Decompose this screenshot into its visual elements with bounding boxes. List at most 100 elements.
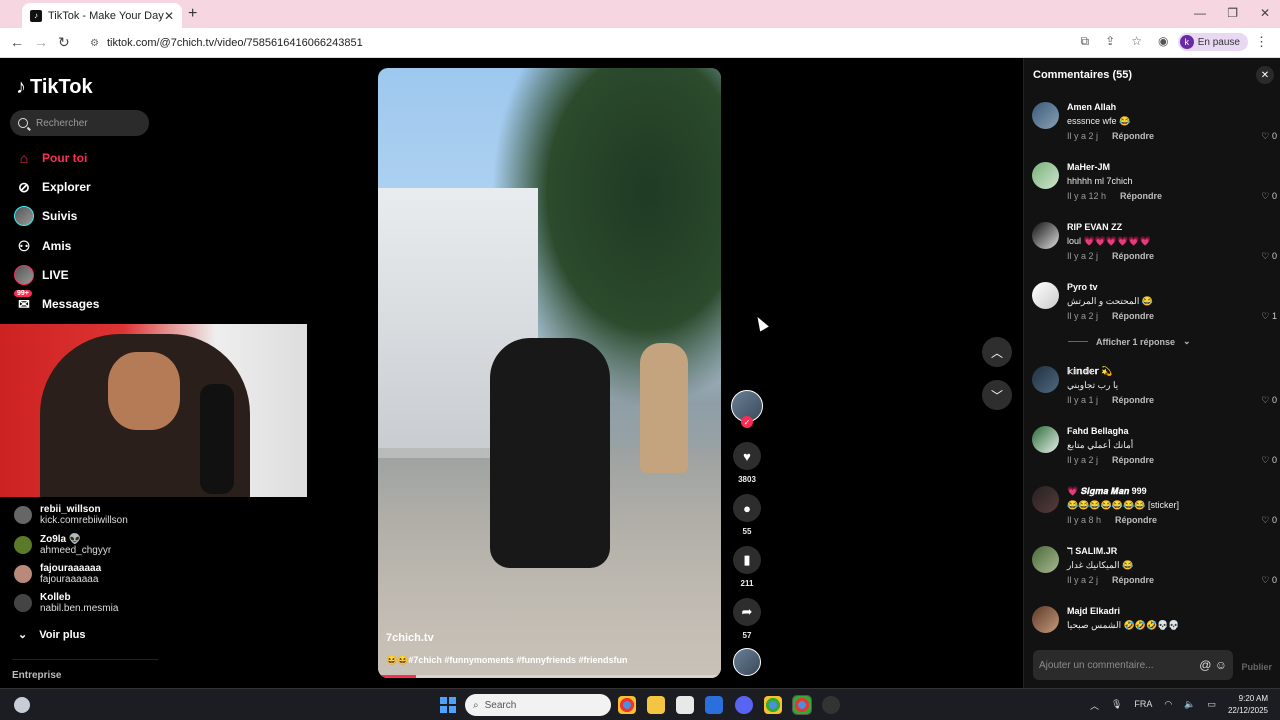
close-icon[interactable]: ✕ — [1256, 66, 1274, 84]
file-explorer-icon[interactable] — [647, 696, 665, 714]
nav-messages[interactable]: ✉ 99+ Messages — [14, 290, 99, 315]
comment-author[interactable]: 𝕜𝕚𝕟𝕕𝕖𝕣 💫 — [1067, 366, 1113, 377]
video-player[interactable]: 7chich.tv 😆😆#7chich #funnymoments #funny… — [378, 68, 721, 678]
forward-icon[interactable]: → — [34, 34, 48, 50]
maximize-icon[interactable]: ❐ — [1227, 6, 1238, 20]
discord-icon[interactable] — [735, 696, 753, 714]
video-author[interactable]: 7chich.tv — [386, 632, 434, 644]
avatar[interactable] — [1032, 222, 1059, 249]
window-close-icon[interactable]: ✕ — [1260, 6, 1270, 20]
install-icon[interactable]: ⇪ — [1105, 34, 1115, 49]
extension-icon[interactable]: ◉ — [1158, 34, 1168, 49]
comment-author[interactable]: Fahd Bellagha — [1067, 426, 1129, 436]
mail-icon[interactable] — [705, 696, 723, 714]
author-avatar-button[interactable]: ✓ — [731, 390, 763, 428]
tab-close-icon[interactable]: ✕ — [164, 9, 174, 23]
mention-emoji-icons[interactable]: @ ☺ — [1199, 658, 1227, 672]
show-replies-button[interactable]: Afficher 1 réponse ⌄ — [1068, 336, 1191, 347]
battery-icon[interactable]: ▭ — [1207, 699, 1216, 712]
reply-button[interactable]: Répondre — [1120, 191, 1162, 201]
avatar[interactable] — [1032, 102, 1059, 129]
reply-button[interactable]: Répondre — [1112, 575, 1154, 585]
language-indicator[interactable]: FRA — [1134, 699, 1152, 712]
tray-chevron-icon[interactable]: ︿ — [1090, 699, 1099, 712]
comment-author[interactable]: Amen Allah — [1067, 102, 1116, 112]
follow-check-icon[interactable]: ✓ — [741, 416, 753, 428]
reload-icon[interactable]: ↻ — [58, 34, 70, 51]
avatar[interactable] — [1032, 486, 1059, 513]
reply-button[interactable]: Répondre — [1112, 131, 1154, 141]
comment-author[interactable]: Pyro tv — [1067, 282, 1098, 292]
bookmark-star-icon[interactable]: ☆ — [1131, 34, 1142, 49]
video-progress-bar[interactable] — [378, 675, 721, 678]
following-item[interactable]: fajouraaaaaa fajouraaaaaa — [14, 563, 101, 585]
following-item[interactable]: Kolleb nabil.ben.mesmia — [14, 592, 118, 614]
chrome-icon[interactable] — [618, 696, 636, 714]
nav-live[interactable]: LIVE — [14, 264, 69, 286]
widgets-icon[interactable] — [14, 697, 30, 713]
reply-button[interactable]: Répondre — [1112, 311, 1154, 321]
avatar[interactable] — [1032, 162, 1059, 189]
browser-menu-icon[interactable]: ⋮ — [1255, 34, 1268, 50]
next-video-button[interactable]: ﹀ — [982, 380, 1012, 410]
comment-like-button[interactable]: ♡ 0 — [1261, 395, 1277, 406]
comment-author[interactable]: ℸ SALIM.JR — [1067, 546, 1117, 557]
comment-like-button[interactable]: ♡ 0 — [1261, 191, 1277, 202]
reply-button[interactable]: Répondre — [1112, 251, 1154, 261]
tiktok-logo[interactable]: ♪ TikTok — [16, 76, 93, 99]
profile-button[interactable]: k En pause — [1177, 33, 1248, 51]
translate-icon[interactable]: ⧉ — [1081, 34, 1090, 49]
comment-author[interactable]: Majd Elkadri — [1067, 606, 1120, 616]
back-icon[interactable]: ← — [10, 34, 24, 50]
microphone-icon[interactable]: 🎙 — [1111, 699, 1122, 712]
comment-input[interactable]: Ajouter un commentaire... @ ☺ — [1033, 650, 1233, 680]
music-disc-button[interactable] — [731, 648, 763, 676]
site-info-icon[interactable]: ⚙ — [90, 38, 99, 49]
minimize-icon[interactable]: — — [1194, 6, 1206, 20]
avatar[interactable] — [1032, 282, 1059, 309]
company-link[interactable]: Entreprise — [12, 670, 61, 681]
wifi-icon[interactable]: ◠ — [1164, 699, 1172, 712]
see-more-button[interactable]: ⌄ Voir plus — [18, 628, 85, 642]
publish-button[interactable]: Publier — [1241, 662, 1272, 672]
browser-tab[interactable]: ♪ TikTok - Make Your Day ✕ — [22, 3, 182, 28]
comment-button[interactable]: ● 55 — [731, 494, 763, 536]
reply-button[interactable]: Répondre — [1112, 395, 1154, 405]
save-button[interactable]: ▮ 211 — [731, 546, 763, 588]
comment-like-button[interactable]: ♡ 0 — [1261, 515, 1277, 526]
nav-explore[interactable]: ⊘ Explorer — [14, 176, 91, 198]
following-item[interactable]: rebii_willson kick.comrebiiwillson — [14, 504, 128, 526]
previous-video-button[interactable]: ︿ — [982, 337, 1012, 367]
store-icon[interactable] — [676, 696, 694, 714]
new-tab-icon[interactable]: + — [188, 5, 197, 23]
address-bar[interactable]: ⚙ tiktok.com/@7chich.tv/video/7585616416… — [80, 32, 1020, 54]
avatar[interactable] — [1032, 606, 1059, 633]
obs-icon[interactable] — [822, 696, 840, 714]
comment-like-button[interactable]: ♡ 0 — [1261, 131, 1277, 142]
volume-icon[interactable]: 🔈 — [1184, 699, 1195, 712]
reply-button[interactable]: Répondre — [1115, 515, 1157, 525]
like-button[interactable]: ♥ 3803 — [731, 442, 763, 484]
comment-author[interactable]: RIP EVAN ZZ — [1067, 222, 1122, 232]
following-item[interactable]: Zo9la 👽 ahmeed_chgyyr — [14, 534, 111, 556]
comment-author[interactable]: 💗 𝑺𝒊𝒈𝒎𝒂 𝑴𝒂𝒏 999 — [1067, 486, 1147, 497]
comment-author[interactable]: MaHer-JM — [1067, 162, 1110, 172]
clock[interactable]: 9:20 AM 22/12/2025 — [1228, 693, 1268, 717]
search-input[interactable]: Rechercher — [10, 110, 149, 136]
comment-like-button[interactable]: ♡ 0 — [1261, 455, 1277, 466]
nav-following[interactable]: Suivis — [14, 205, 77, 227]
taskbar-search[interactable]: ⌕ Search — [465, 694, 611, 716]
comment-like-button[interactable]: ♡ 0 — [1261, 251, 1277, 262]
nav-friends[interactable]: ⚇ Amis — [14, 235, 72, 257]
comment-like-button[interactable]: ♡ 1 — [1261, 311, 1277, 322]
reply-button[interactable]: Répondre — [1112, 455, 1154, 465]
avatar[interactable] — [1032, 546, 1059, 573]
avatar[interactable] — [1032, 426, 1059, 453]
avatar[interactable] — [1032, 366, 1059, 393]
comments-list[interactable]: Amen Allah esssnce wfe 😂 Il y a 2 j Répon… — [1024, 98, 1280, 640]
chrome-active-icon[interactable] — [792, 695, 812, 715]
share-button[interactable]: ➦ 57 — [731, 598, 763, 640]
comment-like-button[interactable]: ♡ 0 — [1261, 575, 1277, 586]
chrome-profile-icon[interactable] — [764, 696, 782, 714]
windows-start-icon[interactable] — [440, 697, 456, 713]
